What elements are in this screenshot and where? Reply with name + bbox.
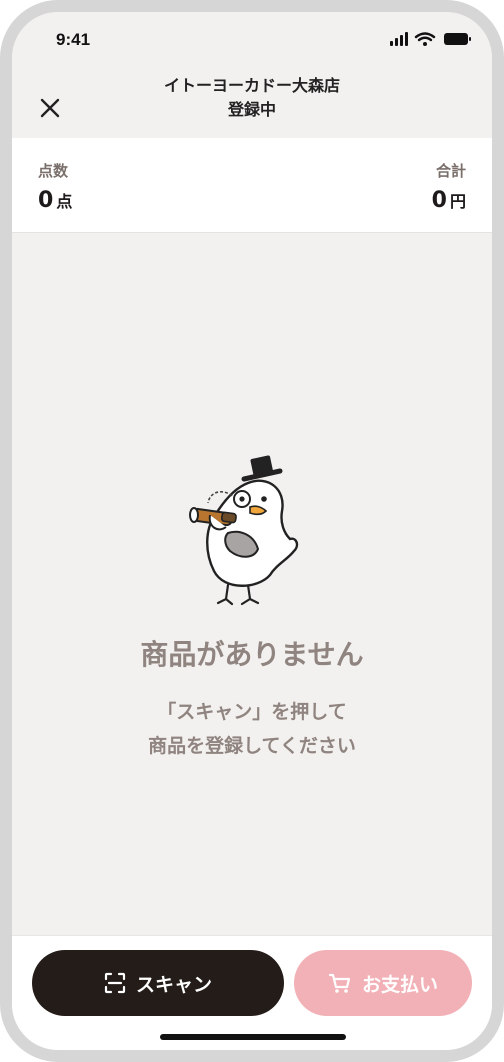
empty-instruction-line2: 商品を登録してください bbox=[148, 735, 356, 757]
battery-icon bbox=[444, 33, 471, 45]
close-icon[interactable] bbox=[38, 96, 62, 120]
bird-mascot-illustration bbox=[189, 455, 299, 606]
total-label: 合計 bbox=[435, 162, 466, 180]
header: イトーヨーカドー大森店 登録中 bbox=[12, 68, 492, 138]
empty-instruction-line1: 「スキャン」を押して bbox=[157, 701, 347, 723]
home-indicator bbox=[160, 1034, 346, 1040]
item-count-value: 0 bbox=[38, 188, 54, 213]
item-count-label: 点数 bbox=[38, 162, 69, 180]
pay-button-label: お支払い bbox=[361, 973, 438, 996]
scan-button[interactable]: スキャン bbox=[32, 950, 284, 1016]
bottom-action-bar: スキャン お支払い bbox=[12, 935, 492, 1050]
total-unit: 円 bbox=[449, 192, 466, 211]
scan-button-label: スキャン bbox=[135, 973, 212, 996]
pay-button[interactable]: お支払い bbox=[294, 950, 472, 1016]
item-count-unit: 点 bbox=[56, 192, 73, 211]
status-time: 9:41 bbox=[56, 30, 91, 49]
total-value: 0 bbox=[431, 188, 447, 213]
status-icons bbox=[390, 32, 471, 46]
summary-bar: 点数 0点 合計 0円 bbox=[12, 138, 492, 233]
store-name: イトーヨーカドー大森店 bbox=[163, 76, 340, 95]
registration-status: 登録中 bbox=[227, 100, 276, 119]
empty-state: 商品がありません 「スキャン」を押して 商品を登録してください bbox=[12, 233, 492, 935]
scan-icon bbox=[104, 972, 126, 994]
phone-frame: 9:41 イトーヨーカドー大森店 登録中 点数 0 点 合計 0 円 商品があり… bbox=[0, 0, 504, 1062]
status-bar: 9:41 bbox=[12, 12, 492, 68]
total-amount: 0円 bbox=[432, 188, 466, 213]
empty-title: 商品がありません bbox=[140, 638, 364, 671]
cart-icon bbox=[328, 973, 351, 993]
wifi-icon bbox=[414, 32, 436, 46]
signal-icon bbox=[390, 32, 408, 46]
item-count: 0点 bbox=[38, 188, 72, 213]
